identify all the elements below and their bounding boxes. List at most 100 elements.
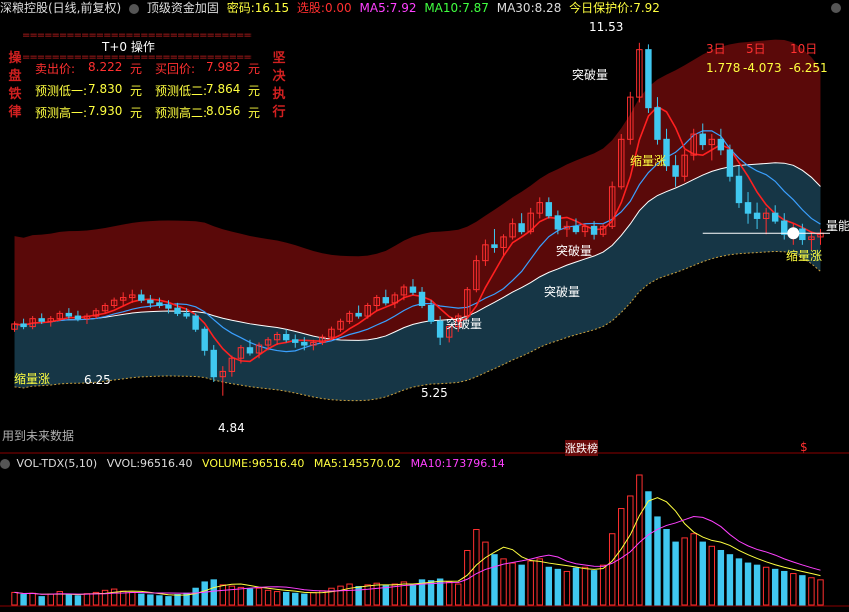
- candle-body: [418, 291, 426, 306]
- volume-bar: [445, 581, 453, 606]
- candle-body: [572, 225, 580, 233]
- volume-bar: [491, 554, 498, 606]
- candle-body: [590, 225, 598, 235]
- volume-bar: [210, 579, 217, 606]
- ops-left-label: 预测低一:: [35, 84, 88, 98]
- vol-ma10-label: MA10:: [410, 457, 446, 470]
- candle-body: [645, 49, 652, 109]
- volume-bar: [110, 588, 118, 606]
- chart-stage: 深粮控股(日线,前复权) 顶级资金加固 密码:16.15 选股:0.00 MA5…: [0, 0, 849, 608]
- vol-ma10-value: 173796.14: [445, 457, 505, 470]
- ops-right-label: 买回价:: [155, 62, 196, 76]
- candle-body: [726, 149, 734, 177]
- volume-bar: [518, 564, 525, 606]
- vol-ma5-label: MA5:: [313, 457, 342, 470]
- ops-left-unit: 元: [130, 84, 143, 98]
- volume-bar: [255, 587, 263, 606]
- volume-bar: [645, 491, 652, 606]
- returns-value: -6.251: [789, 61, 828, 75]
- indicator-name[interactable]: 顶级资金加固: [147, 1, 219, 15]
- volume-label: VOLUME:: [202, 457, 252, 470]
- candle-body: [138, 294, 145, 301]
- volume-bar: [409, 584, 417, 606]
- volume-indicator-name[interactable]: VOL-TDX(5,10): [17, 457, 98, 470]
- volume-bar: [47, 593, 54, 606]
- break-volume-label-4: 突破量: [446, 317, 483, 331]
- candle-body: [20, 323, 27, 328]
- shrink-rise-label-2: 缩量涨: [786, 249, 823, 263]
- shrink-rise-label-1: 缩量涨: [630, 154, 667, 168]
- low-price2-label: 5.25: [421, 386, 448, 400]
- candle-body: [301, 341, 308, 346]
- candle-body: [210, 349, 217, 378]
- volume-bar: [11, 591, 18, 606]
- password-label: 密码:: [226, 1, 255, 15]
- ops-right-label: 预测高二:: [155, 106, 208, 120]
- dropdown-icon[interactable]: [129, 3, 140, 14]
- candle-body: [491, 244, 498, 248]
- ops-left-char: 操: [8, 51, 22, 66]
- volume-bar: [554, 568, 562, 606]
- ops-right-char: 行: [272, 105, 286, 120]
- ma10-label: MA10:: [424, 1, 463, 15]
- volume-bar: [735, 558, 743, 606]
- volume-bar: [282, 591, 290, 606]
- break-volume-label-3: 突破量: [544, 285, 581, 299]
- stock-title[interactable]: 深粮控股(日线,前复权): [0, 1, 121, 15]
- volume-bar: [174, 594, 181, 606]
- volume-bar: [201, 581, 208, 606]
- candle-body: [409, 286, 417, 293]
- candle-body: [771, 212, 779, 222]
- volume-bar: [817, 579, 824, 606]
- candle-body: [799, 228, 806, 241]
- volume-bar: [781, 570, 788, 606]
- volume-bar: [545, 566, 553, 606]
- volume-bar: [527, 560, 534, 606]
- vol-ma5-value: 145570.02: [341, 457, 402, 470]
- left-price-label: 6.25: [84, 373, 111, 387]
- dollar-marker: $: [800, 440, 808, 454]
- volume-bar: [681, 537, 688, 606]
- volume-bar: [264, 589, 272, 606]
- candle-body: [38, 318, 45, 322]
- volume-bar: [762, 566, 770, 606]
- low-price-label: 4.84: [218, 421, 245, 435]
- returns-header: 10日: [790, 42, 818, 56]
- shrink-rise-label-3: 缩量涨: [14, 372, 51, 386]
- volume-dropdown-icon[interactable]: [0, 459, 10, 469]
- candle-body: [554, 215, 562, 230]
- volume-bar: [382, 585, 390, 606]
- volume-bar: [536, 558, 543, 606]
- volume-bar: [74, 595, 82, 606]
- candle-body: [65, 312, 73, 317]
- candle-body: [192, 315, 199, 330]
- volume-bar: [753, 564, 761, 606]
- ma30-value: 8.28: [534, 1, 562, 15]
- volume-bar: [726, 554, 734, 606]
- volume-bar: [337, 585, 344, 606]
- close-icon[interactable]: [831, 3, 841, 13]
- password-value: 16.15: [254, 1, 290, 15]
- candle-body: [545, 202, 553, 217]
- protect-value: 7.92: [633, 1, 660, 15]
- ops-left-char: 铁: [8, 87, 22, 102]
- volume-bar: [219, 584, 227, 606]
- t0-ops-panel: ================================ T+0 操作 …: [10, 30, 280, 120]
- ranking-label: 涨跌榜: [565, 440, 598, 456]
- candle-body: [699, 133, 706, 146]
- ma5-value: 7.92: [389, 1, 417, 15]
- candle-body: [717, 138, 725, 151]
- volume-bar: [482, 541, 489, 606]
- candle-body: [382, 297, 390, 304]
- candle-body: [355, 312, 362, 317]
- volume-bar: [292, 592, 299, 606]
- returns-value: 1.778: [706, 61, 741, 75]
- volume-bar: [581, 566, 589, 606]
- volume-bar: [799, 575, 806, 606]
- candle-body: [165, 304, 172, 309]
- volume-bar: [147, 594, 154, 606]
- volume-value: 96516.40: [251, 457, 305, 470]
- volume-bar: [273, 591, 281, 606]
- chart-header: 深粮控股(日线,前复权) 顶级资金加固 密码:16.15 选股:0.00 MA5…: [0, 0, 849, 16]
- volume-bar: [808, 577, 815, 606]
